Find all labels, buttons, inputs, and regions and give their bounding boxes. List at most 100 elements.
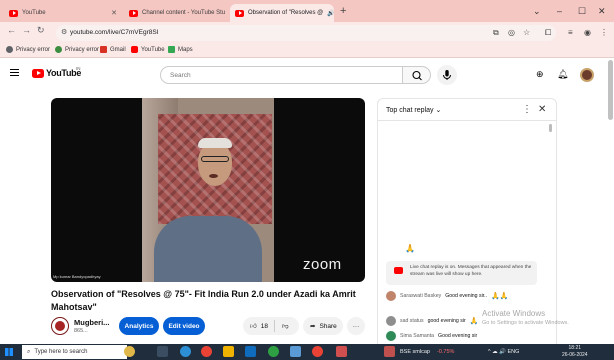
notifications-bell-icon[interactable]: 🔔︎: [557, 69, 568, 80]
stock-chart-icon: [384, 346, 395, 357]
weather-widget-icon[interactable]: [124, 346, 135, 357]
share-arrow-icon: ➦: [310, 323, 316, 330]
chat-emoji: 🙏: [469, 318, 479, 325]
channel-name[interactable]: Mugberi...: [74, 318, 109, 327]
chrome-icon[interactable]: [201, 346, 212, 357]
file-explorer-icon[interactable]: [223, 346, 234, 357]
create-icon[interactable]: ⊕: [536, 69, 544, 80]
maps-icon: [168, 46, 175, 53]
app-icon[interactable]: [290, 346, 301, 357]
activate-windows-subtitle: Go to Settings to activate Windows.: [482, 320, 569, 326]
analytics-button[interactable]: Analytics: [119, 317, 159, 335]
microphone-icon: [443, 70, 451, 80]
like-count[interactable]: 18: [261, 323, 268, 330]
more-menu-icon[interactable]: ⋮: [600, 28, 608, 37]
chat-mode-dropdown[interactable]: Top chat replay ⌄: [386, 106, 441, 114]
store-icon[interactable]: [245, 346, 256, 357]
youtube-logo-icon[interactable]: [32, 69, 44, 78]
edit-video-button[interactable]: Edit video: [163, 317, 205, 335]
taskbar-search[interactable]: ⌕ Type here to search: [22, 345, 127, 359]
chat-mode-label: Top chat replay: [386, 107, 434, 114]
chat-scrollbar[interactable]: [549, 124, 552, 132]
bookmark-privacy-error-1[interactable]: Privacy error: [6, 46, 50, 53]
clock[interactable]: 18:21 26-06-2024: [562, 345, 588, 358]
chat-author[interactable]: Sima Samanta: [400, 333, 434, 339]
channel-emblem-icon: [55, 321, 65, 331]
hamburger-menu-icon[interactable]: [10, 69, 19, 76]
voice-search-button[interactable]: [437, 65, 457, 85]
channel-avatar[interactable]: [51, 317, 69, 335]
account-avatar[interactable]: [580, 68, 594, 82]
chat-divider: [378, 120, 556, 121]
share-label: Share: [319, 322, 337, 330]
thumbs-up-icon[interactable]: 👍︎: [250, 322, 257, 330]
page-scrollbar[interactable]: [608, 60, 613, 120]
browser-tab-youtube[interactable]: YouTube ✕: [4, 4, 122, 22]
more-actions-button[interactable]: ···: [347, 317, 365, 335]
share-button[interactable]: ➦ Share: [303, 317, 343, 335]
youtube-favicon-icon: [129, 9, 138, 17]
chat-message: Saraswati Baskey Good evening sir.. 🙏🙏: [386, 291, 551, 301]
chat-emoji: 🙏🙏: [491, 293, 509, 300]
system-tray[interactable]: ^ ☁ 🔊 ENG: [488, 349, 519, 355]
chat-replay-notice-text: Live chat replay is on. Messages that ap…: [410, 265, 532, 277]
profile-icon[interactable]: ◉: [584, 28, 591, 37]
site-info-icon[interactable]: ⚙: [61, 28, 67, 36]
back-icon[interactable]: ←: [7, 25, 16, 35]
eye-off-icon[interactable]: ◎: [508, 28, 515, 37]
url-text[interactable]: youtube.com/live/C7mVEgr8SI: [70, 29, 159, 36]
bookmark-gmail[interactable]: Gmail: [100, 46, 126, 53]
chrome-icon[interactable]: [312, 346, 323, 357]
forward-icon[interactable]: →: [22, 25, 31, 35]
video-title: Observation of "Resolves @ 75"- Fit Indi…: [51, 289, 356, 312]
chat-author[interactable]: Saraswati Baskey: [400, 293, 441, 299]
search-input[interactable]: [160, 66, 403, 84]
install-icon[interactable]: ⧉: [493, 28, 499, 38]
edge-icon[interactable]: [180, 346, 191, 357]
app-icon[interactable]: [336, 346, 347, 357]
chat-author[interactable]: sad status: [400, 318, 424, 324]
browser-tab-active[interactable]: Observation of "Resolves @ 🔊 ✕: [230, 4, 334, 22]
zoom-watermark: zoom: [303, 256, 342, 273]
bookmark-privacy-error-2[interactable]: Privacy error: [55, 46, 99, 53]
google-icon: [55, 46, 62, 53]
bookmark-star-icon[interactable]: ☆: [523, 28, 530, 37]
chat-text: Good evening sir..: [445, 293, 488, 299]
video-player[interactable]: zoom Mp kumar Bandyopadhyay: [51, 98, 365, 282]
browser-tab-studio[interactable]: Channel content - YouTube Stu ✕: [124, 4, 228, 22]
close-window-button[interactable]: ✕: [598, 6, 606, 17]
maximize-button[interactable]: ☐: [578, 6, 586, 17]
chat-avatar[interactable]: [386, 331, 396, 341]
stock-ticker-label[interactable]: BSE smlcap: [400, 349, 430, 355]
youtube-icon: [131, 46, 138, 53]
speaker-hair: [198, 138, 232, 148]
thumbs-down-icon[interactable]: 👎︎: [282, 322, 289, 330]
tab-search-icon[interactable]: ⌄: [533, 6, 541, 17]
video-frame: [142, 98, 274, 282]
stock-ticker-change: -0.75%: [437, 349, 455, 355]
extensions-icon[interactable]: ⧠: [545, 28, 551, 38]
minimize-button[interactable]: –: [557, 6, 562, 16]
gmail-icon: [100, 46, 107, 53]
windows-start-icon[interactable]: [5, 348, 13, 356]
bookmark-youtube[interactable]: YouTube: [131, 46, 165, 53]
chat-message: Sima Samanta Good evening sir: [386, 331, 551, 341]
chat-avatar[interactable]: [386, 316, 396, 326]
close-tab-icon[interactable]: ✕: [111, 9, 117, 17]
chat-avatar[interactable]: [386, 291, 396, 301]
audio-playing-icon[interactable]: 🔊: [327, 10, 334, 17]
search-button[interactable]: [402, 66, 431, 84]
bookmark-maps[interactable]: Maps: [168, 46, 193, 53]
sidebar-icon[interactable]: ≡: [568, 28, 573, 37]
task-view-icon[interactable]: [157, 346, 168, 357]
like-separator: [274, 320, 275, 332]
youtube-favicon-icon: [9, 9, 18, 17]
close-chat-icon[interactable]: ✕: [538, 104, 546, 115]
activate-windows-title: Activate Windows: [482, 309, 546, 318]
country-code: IN: [76, 66, 81, 71]
app-icon[interactable]: [268, 346, 279, 357]
reload-icon[interactable]: ↻: [37, 25, 45, 36]
chat-options-icon[interactable]: ⋮: [522, 104, 532, 115]
new-tab-button[interactable]: +: [340, 5, 346, 17]
chat-text: Good evening sir: [438, 333, 478, 339]
